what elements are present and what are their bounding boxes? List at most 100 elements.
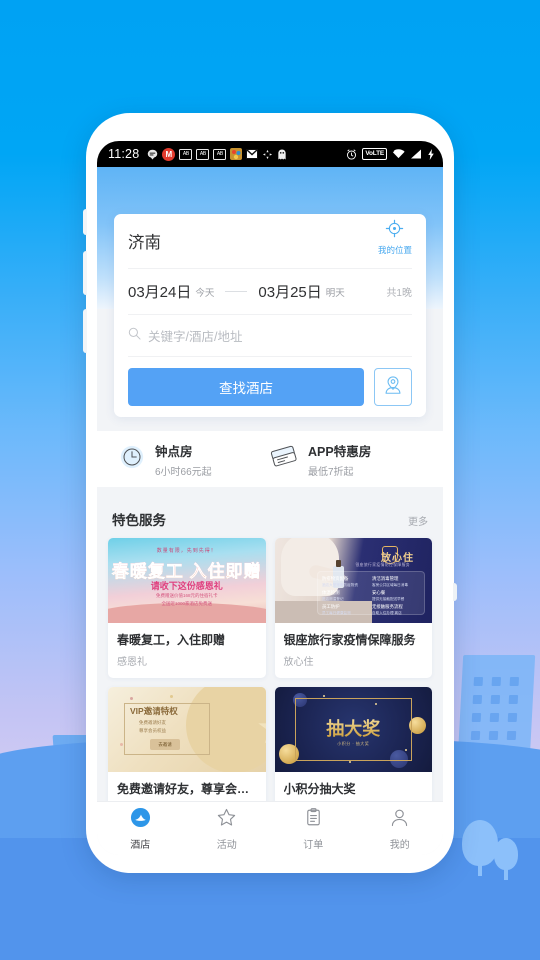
status-bar-notification-icons: M AB AB AB	[147, 147, 287, 161]
checkin-date: 03月24日	[128, 284, 192, 301]
service-card-title: 免费邀请好友，尊享会员...	[117, 782, 257, 796]
m-badge-icon: M	[162, 147, 176, 161]
status-bar: 11:28 M AB AB AB VoLTE	[97, 141, 443, 167]
ab-box-icon-1: AB	[179, 148, 193, 160]
checkout-date: 03月25日	[258, 284, 322, 301]
quick-entry-hourly-room[interactable]: 钟点房 6小时66元起	[119, 441, 270, 478]
colorful-app-icon	[230, 148, 243, 160]
quick-entry-subtitle: 最低7折起	[308, 466, 354, 478]
service-card-body: 春暖复工，入住即赠 感恩礼	[108, 623, 266, 678]
signal-icon	[410, 149, 422, 159]
quick-entry-title: 钟点房	[155, 444, 193, 459]
services-more-link[interactable]: 更多	[408, 513, 428, 528]
search-card: 济南 我的位置 03月24日 今天 03月25日 明天 共1晚 关键字/酒店/地…	[114, 214, 426, 417]
city-row[interactable]: 济南 我的位置	[128, 214, 412, 269]
my-location-label: 我的位置	[377, 245, 412, 255]
phone-button-silent[interactable]	[83, 209, 87, 235]
service-card-poster: ★ VIP邀请特权 免费邀请好友 尊享会员权益 去邀请	[108, 687, 266, 772]
service-card-title: 小积分抽大奖	[283, 782, 356, 796]
nights-count: 共1晚	[386, 288, 412, 299]
poster-line1: 免费邀请好友	[139, 720, 166, 725]
ghost-app-icon	[277, 148, 287, 160]
poster-line2: 请收下这份感恩礼	[150, 581, 223, 591]
poster-cta: 去邀请	[150, 739, 180, 750]
poster-feature-title: 防疫物资配备	[322, 576, 349, 581]
tab-activity[interactable]: 活动	[184, 807, 271, 851]
poster-subline: 小积分 · 抽大奖	[337, 741, 370, 746]
services-title: 特色服务	[112, 513, 166, 528]
sync-icon	[262, 149, 273, 160]
poster-feature-desc: 自助入住办理 离店	[372, 610, 402, 615]
map-search-button[interactable]	[374, 368, 412, 406]
tab-label: 订单	[303, 839, 324, 851]
clock-icon	[119, 444, 145, 475]
service-card-title: 春暖复工，入住即赠	[117, 633, 226, 647]
quick-entry-title: APP特惠房	[308, 444, 372, 459]
poster-feature-desc: 提供无接触配送早餐	[372, 596, 405, 601]
charging-icon	[427, 148, 435, 160]
poster-top-line: 数量有限，先到先得！	[156, 548, 217, 554]
tab-profile[interactable]: 我的	[357, 807, 444, 851]
quick-entry-subtitle: 6小时66元起	[155, 466, 212, 478]
gmail-icon	[246, 149, 259, 159]
search-icon	[128, 327, 141, 345]
phone-screen: 11:28 M AB AB AB VoLTE 济南 我的位置 03月24日 今天…	[97, 141, 443, 855]
service-card-poster: 放心住 银座旅行家疫情防控保障服务 防疫物资配备 酒店大堂常备防疫物资 清洁消毒管…	[274, 538, 432, 623]
quick-entry-app-deal-room[interactable]: APP特惠房 最低7折起	[270, 441, 421, 478]
poster-feature-title: 无接触服务流程	[372, 604, 403, 609]
person-icon	[389, 807, 410, 833]
poster-headline: 抽大奖	[326, 715, 380, 741]
tab-label: 活动	[216, 839, 237, 851]
star-icon	[216, 807, 237, 833]
poster-headline: VIP邀请特权	[130, 706, 178, 716]
bottom-tab-bar: 酒店 活动 订单 我的	[97, 801, 443, 855]
poster-brand-sub: 银座旅行家疫情防控保障服务	[355, 563, 410, 567]
poster-line2: 尊享会员权益	[139, 728, 166, 733]
date-separator	[225, 291, 248, 292]
my-location-button[interactable]: 我的位置	[378, 219, 412, 256]
service-card-epidemic-guarantee[interactable]: 放心住 银座旅行家疫情防控保障服务 防疫物资配备 酒店大堂常备防疫物资 清洁消毒管…	[274, 538, 433, 678]
poster-feature-desc: 进店测温登记	[322, 596, 344, 601]
action-row: 查找酒店	[128, 357, 412, 417]
service-card-spring-return[interactable]: 数量有限，先到先得！ 春暖复工 入住即赠 请收下这份感恩礼 免费赠送价值168元…	[108, 538, 266, 678]
service-card-subtitle: 感恩礼	[117, 657, 147, 668]
services-header: 特色服务 更多	[108, 509, 432, 538]
phone-frame: 11:28 M AB AB AB VoLTE 济南 我的位置 03月24日 今天…	[83, 113, 457, 873]
service-card-title: 银座旅行家疫情保障服务	[283, 633, 416, 647]
service-card-body: 银座旅行家疫情保障服务 放心住	[275, 623, 433, 678]
city-name: 济南	[128, 234, 161, 252]
tab-hotel[interactable]: 酒店	[97, 807, 184, 851]
poster-line4: 全国近1000家酒店免费送	[161, 601, 213, 606]
poster-feature-desc: 酒店大堂常备防疫物资	[322, 582, 358, 587]
poster-feature-title: 清洁消毒管理	[372, 576, 399, 581]
date-row[interactable]: 03月24日 今天 03月25日 明天 共1晚	[128, 269, 412, 315]
tab-orders[interactable]: 订单	[270, 807, 357, 851]
phone-button-volume-down[interactable]	[83, 309, 87, 353]
service-card-points-lottery[interactable]: 抽大奖 小积分 · 抽大奖 小积分抽大奖	[274, 687, 432, 812]
poster-feature-panel: 防疫物资配备 酒店大堂常备防疫物资 清洁消毒管理 客房公共区域每日消毒 体温检测 进店…	[317, 571, 425, 615]
wifi-icon	[392, 149, 405, 159]
wallpaper: 11:28 M AB AB AB VoLTE 济南 我的位置 03月24日 今天…	[0, 0, 540, 960]
clipboard-icon	[303, 807, 324, 833]
keyword-row[interactable]: 关键字/酒店/地址	[128, 315, 412, 357]
volte-icon: VoLTE	[362, 148, 387, 160]
search-hotel-button[interactable]: 查找酒店	[128, 368, 364, 406]
service-card-poster: 抽大奖 小积分 · 抽大奖	[274, 687, 432, 772]
status-bar-clock: 11:28	[108, 147, 140, 161]
poster-feature-title: 安心餐	[372, 590, 386, 595]
phone-button-volume-up[interactable]	[83, 251, 87, 295]
services-grid: 数量有限，先到先得！ 春暖复工 入住即赠 请收下这份感恩礼 免费赠送价值168元…	[108, 538, 432, 812]
app-content: 济南 我的位置 03月24日 今天 03月25日 明天 共1晚 关键字/酒店/地…	[97, 167, 443, 855]
poster-feature-title: 体温检测	[322, 590, 340, 595]
background-tree	[494, 838, 518, 870]
search-input[interactable]: 关键字/酒店/地址	[148, 326, 242, 345]
checkout-tag: 明天	[325, 287, 345, 299]
ticket-icon	[270, 444, 298, 475]
ab-box-icon-2: AB	[196, 148, 210, 160]
quick-entries: 钟点房 6小时66元起 APP特惠房 最低7折起	[97, 431, 443, 487]
phone-button-power[interactable]	[453, 583, 457, 601]
poster-line3: 免费赠送价值168元的住宿礼卡	[155, 593, 218, 598]
alarm-icon	[346, 148, 357, 160]
service-card-vip-invite[interactable]: ★ VIP邀请特权 免费邀请好友 尊享会员权益 去邀请	[108, 687, 266, 812]
chat-bubble-icon	[147, 149, 158, 160]
